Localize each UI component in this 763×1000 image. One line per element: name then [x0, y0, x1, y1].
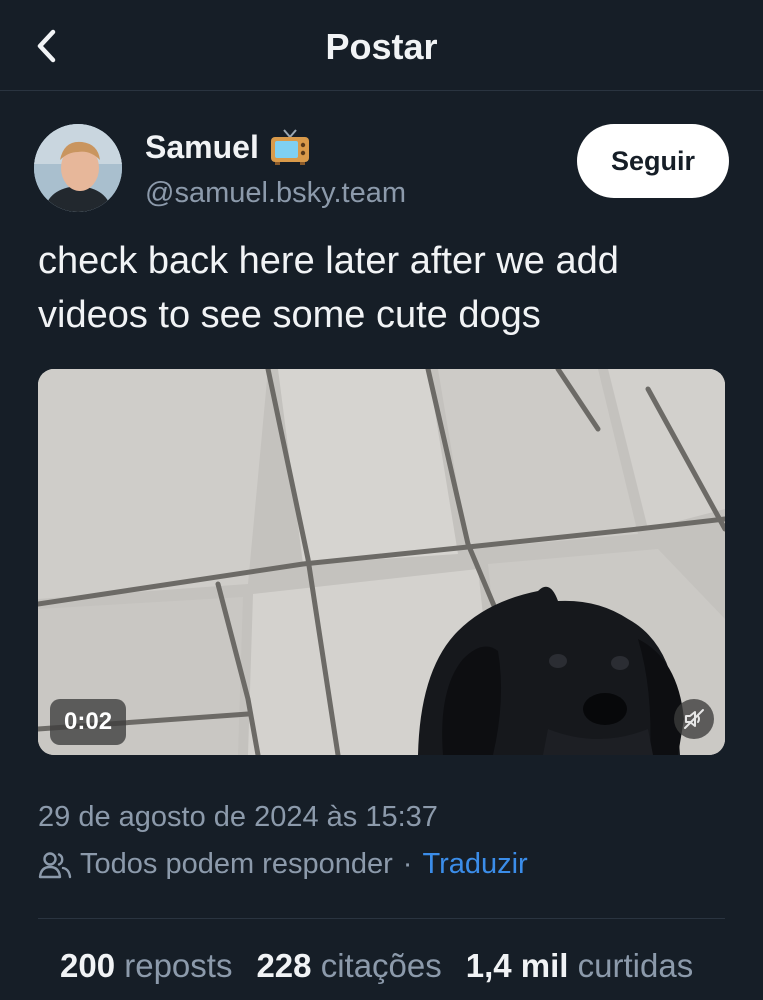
video-duration: 0:02: [50, 699, 127, 745]
reply-setting-text: Todos podem responder: [80, 848, 393, 880]
quotes-label: citações: [320, 947, 442, 984]
speaker-muted-icon: [684, 709, 704, 729]
video-thumbnail: [38, 369, 725, 755]
divider: [38, 918, 725, 919]
quotes-stat[interactable]: 228 citações: [256, 947, 441, 985]
television-icon: [270, 129, 309, 165]
reply-settings: Todos podem responder · Traduzir: [38, 848, 528, 881]
author-avatar[interactable]: [34, 124, 122, 212]
video-player[interactable]: 0:02: [38, 369, 725, 755]
reposts-label: reposts: [124, 947, 233, 984]
likes-label: curtidas: [577, 947, 694, 984]
quotes-count: 228: [256, 947, 312, 984]
follow-button[interactable]: Seguir: [577, 124, 729, 198]
author-display-name: Samuel: [145, 128, 259, 165]
likes-count: 1,4 mil: [465, 947, 569, 984]
mute-button[interactable]: [674, 699, 714, 739]
translate-link[interactable]: Traduzir: [422, 848, 527, 881]
reposts-stat[interactable]: 200 reposts: [60, 947, 232, 985]
page-title: Postar: [325, 26, 438, 67]
engagement-stats: 200 reposts 228 citações 1,4 mil curtida…: [60, 947, 717, 985]
author-handle[interactable]: @samuel.bsky.team: [145, 177, 406, 210]
post-text: check back here later after we add video…: [38, 240, 619, 336]
post-timestamp: 29 de agosto de 2024 às 15:37: [38, 801, 438, 833]
reposts-count: 200: [60, 947, 116, 984]
likes-stat[interactable]: 1,4 mil curtidas: [466, 947, 693, 985]
top-bar: Postar: [0, 0, 763, 91]
author-name[interactable]: Samuel: [145, 128, 311, 166]
meta-separator: ·: [402, 848, 413, 880]
people-icon: [38, 851, 72, 878]
